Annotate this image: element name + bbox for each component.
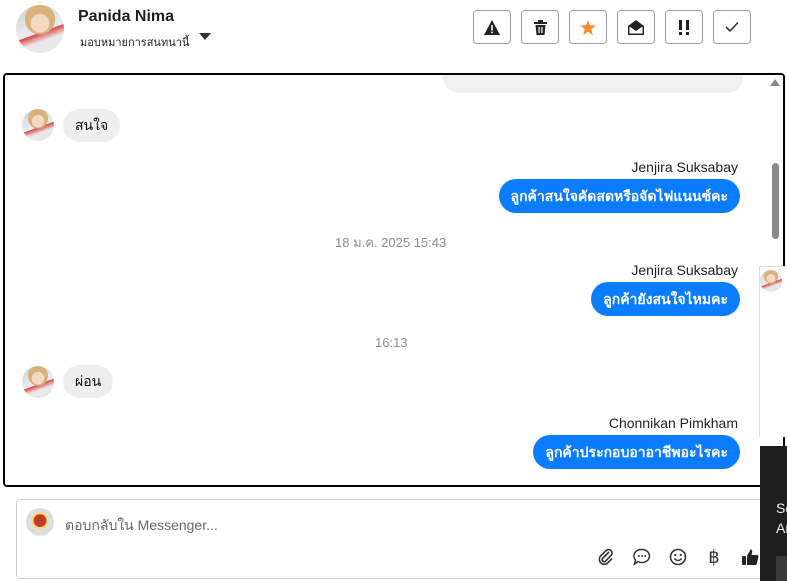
composer-toolbar: ฿ <box>595 546 761 568</box>
delete-button[interactable] <box>521 10 559 44</box>
assign-conversation-label[interactable]: มอบหมายการสนทนานี้ <box>80 33 189 51</box>
priority-icon <box>679 19 689 35</box>
smiley-icon[interactable] <box>667 546 689 568</box>
message-sender-name: Chonnikan Pimkham <box>608 415 738 431</box>
notification-action[interactable] <box>776 556 787 581</box>
paperclip-icon[interactable] <box>595 546 617 568</box>
contact-avatar-small <box>22 366 54 398</box>
message-thread[interactable]: สนใจ Jenjira Suksabay ลูกค้าสนใจคัดสดหรื… <box>3 73 785 487</box>
warning-icon <box>484 19 500 35</box>
contact-name[interactable]: Panida Nima <box>78 8 174 26</box>
message-sender-name: Jenjira Suksabay <box>631 159 738 175</box>
outgoing-message: ลูกค้ายังสนใจไหมคะ <box>591 282 740 316</box>
message-sender-name: Jenjira Suksabay <box>631 262 738 278</box>
report-button[interactable] <box>473 10 511 44</box>
chevron-down-icon[interactable] <box>199 33 211 40</box>
message-timestamp: 16:13 <box>375 335 408 350</box>
contact-avatar-small <box>22 109 54 141</box>
scrollbar-thumb[interactable] <box>772 163 779 239</box>
speech-bubble-icon[interactable] <box>631 546 653 568</box>
reply-input[interactable]: ตอบกลับใน Messenger... <box>65 515 218 537</box>
page-avatar <box>26 508 54 536</box>
scroll-up-arrow-icon[interactable] <box>770 79 780 86</box>
incoming-message: สนใจ <box>63 109 121 142</box>
star-icon <box>580 19 596 35</box>
notification-text: So Ar <box>776 500 787 536</box>
priority-button[interactable] <box>665 10 703 44</box>
conversation-header: Panida Nima มอบหมายการสนทนานี้ <box>0 0 787 72</box>
incoming-message: ผ่อน <box>63 365 114 398</box>
previous-message-bubble <box>443 75 743 93</box>
check-icon <box>725 21 739 33</box>
trash-icon <box>533 19 547 35</box>
reply-composer[interactable]: ตอบกลับใน Messenger... ฿ <box>16 499 776 579</box>
mark-done-button[interactable] <box>713 10 751 44</box>
contact-avatar[interactable] <box>16 5 64 53</box>
mark-read-button[interactable] <box>617 10 655 44</box>
side-panel-avatar[interactable] <box>760 270 782 292</box>
outgoing-message: ลูกค้าสนใจคัดสดหรือจัดไฟแนนซ์คะ <box>498 179 740 213</box>
star-button[interactable] <box>569 10 607 44</box>
baht-icon[interactable]: ฿ <box>703 546 725 568</box>
outgoing-message: ลูกค้าประกอบอาอาชีพอะไรคะ <box>533 435 740 469</box>
thumbs-up-icon[interactable] <box>739 546 761 568</box>
envelope-open-icon <box>628 19 644 35</box>
message-timestamp: 18 ม.ค. 2025 15:43 <box>335 235 447 250</box>
